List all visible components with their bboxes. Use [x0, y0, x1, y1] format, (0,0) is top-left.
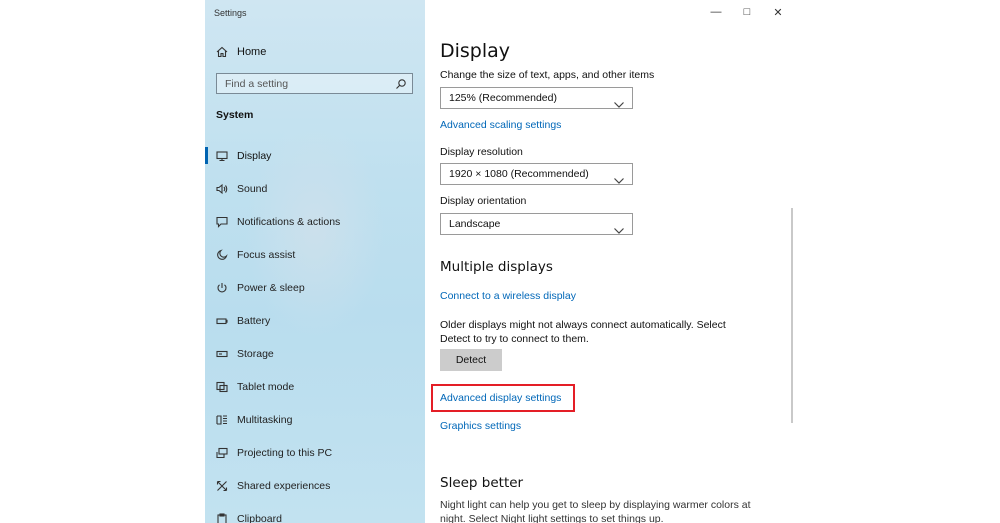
sidebar-item-power-sleep[interactable]: Power & sleep: [216, 280, 305, 296]
sidebar-item-label: Multitasking: [237, 414, 293, 426]
projector-icon: [216, 447, 228, 459]
sidebar-item-label: Power & sleep: [237, 282, 305, 294]
sidebar-item-battery[interactable]: Battery: [216, 313, 270, 329]
display-settings-page: — □ ✕ Display Change the size of text, a…: [425, 0, 794, 523]
tablet-icon: [216, 381, 228, 393]
sidebar-item-label: Focus assist: [237, 249, 296, 261]
sidebar-item-focus-assist[interactable]: Focus assist: [216, 247, 295, 263]
home-button[interactable]: Home: [216, 44, 266, 60]
night-light-line-2: night. Select Night light settings to se…: [440, 513, 664, 523]
sidebar-item-label: Notifications & actions: [237, 216, 341, 228]
sidebar-item-label: Battery: [237, 315, 271, 327]
graphics-settings-link[interactable]: Graphics settings: [440, 420, 521, 432]
minimize-icon[interactable]: —: [710, 6, 722, 18]
selection-indicator: [205, 147, 208, 164]
sidebar-item-label: Projecting to this PC: [237, 447, 333, 459]
detect-button[interactable]: Detect: [440, 349, 502, 371]
page-title: Display: [440, 40, 511, 62]
search-icon[interactable]: [395, 78, 407, 90]
sidebar-item-label: Tablet mode: [237, 381, 295, 393]
scrollbar[interactable]: [791, 208, 793, 423]
resolution-value: 1920 × 1080 (Recommended): [449, 168, 589, 180]
sleep-better-heading: Sleep better: [440, 475, 524, 491]
sidebar-item-multitasking[interactable]: Multitasking: [216, 412, 292, 428]
sidebar-item-tablet-mode[interactable]: Tablet mode: [216, 379, 294, 395]
window-title: Settings: [214, 8, 247, 18]
sidebar-item-label: Storage: [237, 348, 274, 360]
scale-value: 125% (Recommended): [449, 92, 557, 104]
sidebar-item-notifications[interactable]: Notifications & actions: [216, 214, 340, 230]
older-displays-line-2: Detect to try to connect to them.: [440, 333, 589, 345]
clipboard-icon: [216, 513, 228, 523]
resolution-label: Display resolution: [440, 146, 523, 158]
speaker-icon: [216, 183, 228, 195]
chevron-down-icon: [614, 171, 624, 184]
sidebar-item-storage[interactable]: Storage: [216, 346, 274, 362]
monitor-icon: [216, 150, 228, 162]
resolution-dropdown[interactable]: 1920 × 1080 (Recommended): [440, 163, 633, 185]
highlight-box: [431, 384, 575, 412]
sidebar-item-label: Sound: [237, 183, 268, 195]
section-title: System: [216, 109, 254, 121]
orientation-dropdown[interactable]: Landscape: [440, 213, 633, 235]
orientation-label: Display orientation: [440, 195, 527, 207]
sidebar-item-clipboard[interactable]: Clipboard: [216, 511, 282, 523]
advanced-scaling-link[interactable]: Advanced scaling settings: [440, 119, 561, 131]
sidebar-item-projecting[interactable]: Projecting to this PC: [216, 445, 332, 461]
night-light-text: Night light can help you get to sleep by…: [440, 498, 760, 523]
shared-icon: [216, 480, 228, 492]
wireless-display-link[interactable]: Connect to a wireless display: [440, 290, 576, 302]
window-controls: — □ ✕: [710, 6, 784, 19]
orientation-value: Landscape: [449, 218, 501, 230]
night-light-line-1: Night light can help you get to sleep by…: [440, 499, 751, 511]
chevron-down-icon: [614, 95, 624, 108]
multitasking-icon: [216, 414, 228, 426]
sidebar: Settings Home Find a setting System Disp…: [205, 0, 425, 523]
sidebar-item-sound[interactable]: Sound: [216, 181, 267, 197]
battery-icon: [216, 315, 228, 327]
settings-window: Settings Home Find a setting System Disp…: [205, 0, 794, 523]
home-icon: [216, 46, 228, 58]
home-label: Home: [237, 46, 267, 58]
sidebar-item-label: Shared experiences: [237, 480, 331, 492]
sidebar-item-label: Clipboard: [237, 513, 282, 523]
sidebar-item-label: Display: [237, 150, 272, 162]
detect-button-wrap: Detect: [440, 349, 502, 371]
moon-icon: [216, 249, 228, 261]
search-placeholder: Find a setting: [225, 77, 289, 90]
scale-dropdown[interactable]: 125% (Recommended): [440, 87, 633, 109]
close-icon[interactable]: ✕: [772, 6, 784, 19]
chevron-down-icon: [614, 221, 624, 234]
sidebar-item-display[interactable]: Display: [216, 148, 271, 164]
multiple-displays-heading: Multiple displays: [440, 259, 553, 275]
search-input[interactable]: Find a setting: [216, 73, 413, 94]
message-icon: [216, 216, 228, 228]
power-icon: [216, 282, 228, 294]
older-displays-text: Older displays might not always connect …: [440, 318, 740, 346]
scale-label: Change the size of text, apps, and other…: [440, 69, 655, 81]
older-displays-line-1: Older displays might not always connect …: [440, 319, 726, 331]
storage-icon: [216, 348, 228, 360]
maximize-icon[interactable]: □: [741, 6, 753, 18]
sidebar-item-shared-experiences[interactable]: Shared experiences: [216, 478, 330, 494]
